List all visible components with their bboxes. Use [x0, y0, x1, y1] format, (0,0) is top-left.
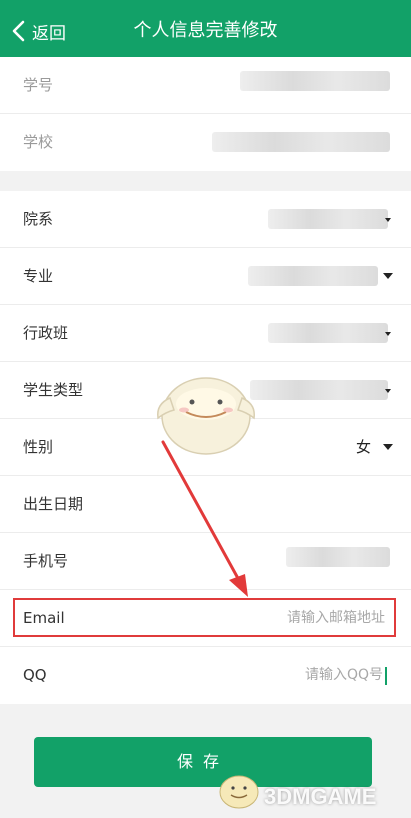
dropdown-caret-icon: [385, 218, 391, 222]
major-value-redacted: [248, 266, 378, 286]
birthday-label: 出生日期: [23, 495, 84, 513]
dropdown-caret-icon: [383, 273, 393, 279]
student-type-label: 学生类型: [23, 381, 84, 399]
dropdown-caret-icon: [385, 332, 391, 336]
department-label: 院系: [23, 210, 54, 228]
watermark-text: 3DMGAME: [264, 784, 377, 809]
email-label: Email: [23, 609, 65, 627]
dropdown-caret-icon: [383, 444, 393, 450]
student-id-label: 学号: [23, 76, 54, 94]
qq-input[interactable]: [183, 661, 383, 689]
student-id-value-redacted: [240, 71, 390, 91]
gender-label: 性别: [23, 438, 54, 456]
school-label: 学校: [23, 133, 54, 151]
gender-value: 女: [355, 438, 371, 456]
school-value-redacted: [212, 132, 390, 152]
student-type-value-redacted: [250, 380, 388, 400]
phone-label: 手机号: [23, 552, 69, 570]
dropdown-caret-icon: [385, 389, 391, 393]
class-value-redacted: [268, 323, 388, 343]
mascot-sticker-icon: [157, 377, 255, 455]
qq-label: QQ: [23, 666, 47, 684]
basic-info-group: 学号 学校: [0, 57, 411, 171]
class-label: 行政班: [23, 324, 69, 342]
watermark-mascot-icon: [219, 775, 259, 809]
app-header: 返回 个人信息完善修改: [0, 0, 411, 62]
major-row[interactable]: 专业: [0, 248, 411, 305]
text-cursor: [385, 667, 387, 685]
major-label: 专业: [23, 267, 54, 285]
phone-value-redacted: [286, 547, 390, 567]
department-row[interactable]: 院系: [0, 191, 411, 248]
school-row: 学校: [0, 114, 411, 171]
email-input[interactable]: [185, 604, 385, 632]
save-button[interactable]: 保存: [34, 737, 372, 787]
phone-row[interactable]: 手机号: [0, 533, 411, 590]
student-id-row: 学号: [0, 57, 411, 114]
birthday-row[interactable]: 出生日期: [0, 476, 411, 533]
page-title: 个人信息完善修改: [133, 20, 278, 41]
email-row: Email: [0, 590, 411, 647]
qq-row: QQ: [0, 647, 411, 704]
department-value-redacted: [268, 209, 388, 229]
class-row[interactable]: 行政班: [0, 305, 411, 362]
